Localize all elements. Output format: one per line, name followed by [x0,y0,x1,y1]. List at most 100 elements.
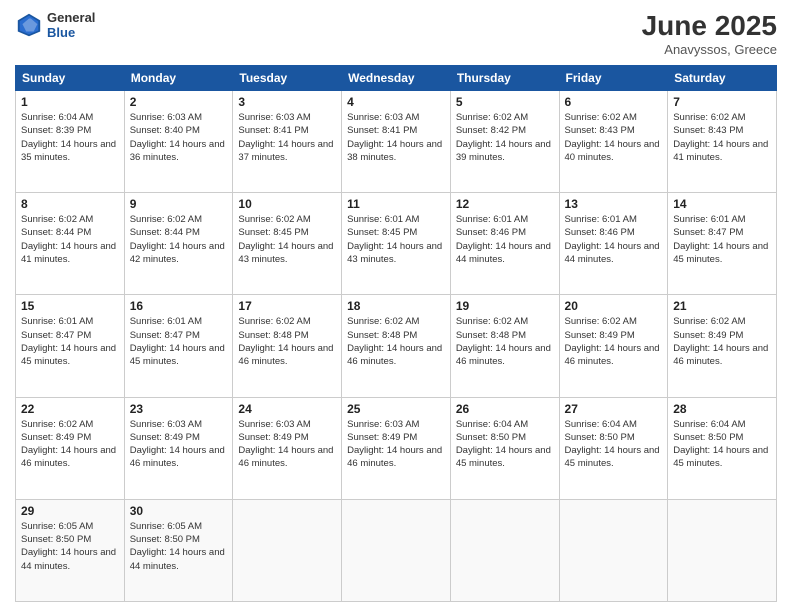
daylight: Daylight: 14 hours and 35 minutes. [21,139,116,163]
daylight: Daylight: 14 hours and 41 minutes. [673,139,768,163]
daylight: Daylight: 14 hours and 43 minutes. [347,241,442,265]
day-info: Sunrise: 6:04 AMSunset: 8:50 PMDaylight:… [673,418,771,471]
day-info: Sunrise: 6:02 AMSunset: 8:49 PMDaylight:… [21,418,119,471]
sunrise: Sunrise: 6:02 AM [130,214,202,225]
day-info: Sunrise: 6:02 AMSunset: 8:49 PMDaylight:… [673,315,771,368]
daylight: Daylight: 14 hours and 41 minutes. [21,241,116,265]
sunset: Sunset: 8:50 PM [673,432,743,443]
day-number: 14 [673,197,771,211]
sunset: Sunset: 8:47 PM [130,330,200,341]
header: General Blue June 2025 Anavyssos, Greece [15,10,777,57]
daylight: Daylight: 14 hours and 45 minutes. [456,445,551,469]
sunrise: Sunrise: 6:03 AM [238,419,310,430]
daylight: Daylight: 14 hours and 43 minutes. [238,241,333,265]
sunset: Sunset: 8:46 PM [456,227,526,238]
day-number: 22 [21,402,119,416]
day-number: 26 [456,402,554,416]
table-row [233,499,342,601]
calendar-week-4: 29Sunrise: 6:05 AMSunset: 8:50 PMDayligh… [16,499,777,601]
sunset: Sunset: 8:43 PM [565,125,635,136]
sunset: Sunset: 8:49 PM [673,330,743,341]
day-info: Sunrise: 6:02 AMSunset: 8:42 PMDaylight:… [456,111,554,164]
day-number: 16 [130,299,228,313]
daylight: Daylight: 14 hours and 45 minutes. [21,343,116,367]
daylight: Daylight: 14 hours and 44 minutes. [130,547,225,571]
sunrise: Sunrise: 6:03 AM [238,112,310,123]
sunset: Sunset: 8:48 PM [456,330,526,341]
sunrise: Sunrise: 6:02 AM [565,316,637,327]
day-info: Sunrise: 6:03 AM Sunset: 8:41 PM Daylight:… [347,111,445,164]
col-friday: Friday [559,66,668,91]
daylight: Daylight: 14 hours and 45 minutes. [673,241,768,265]
sunset: Sunset: 8:40 PM [130,125,200,136]
sunset: Sunset: 8:49 PM [347,432,417,443]
day-info: Sunrise: 6:01 AMSunset: 8:47 PMDaylight:… [21,315,119,368]
table-row: 10 Sunrise: 6:02 AMSunset: 8:45 PMDayligh… [233,193,342,295]
table-row: 14Sunrise: 6:01 AMSunset: 8:47 PMDayligh… [668,193,777,295]
table-row: 24Sunrise: 6:03 AMSunset: 8:49 PMDayligh… [233,397,342,499]
daylight: Daylight: 14 hours and 37 minutes. [238,139,333,163]
day-number: 25 [347,402,445,416]
day-number: 2 [130,95,228,109]
sunset: Sunset: 8:49 PM [21,432,91,443]
sunrise: Sunrise: 6:01 AM [565,214,637,225]
daylight: Daylight: 14 hours and 44 minutes. [565,241,660,265]
sunrise: Sunrise: 6:03 AM [130,419,202,430]
day-number: 19 [456,299,554,313]
sunset: Sunset: 8:44 PM [130,227,200,238]
day-number: 23 [130,402,228,416]
calendar: Sunday Monday Tuesday Wednesday Thursday… [15,65,777,602]
sunrise: Sunrise: 6:02 AM [565,112,637,123]
daylight: Daylight: 14 hours and 46 minutes. [456,343,551,367]
table-row: 15Sunrise: 6:01 AMSunset: 8:47 PMDayligh… [16,295,125,397]
sunrise: Sunrise: 6:01 AM [21,316,93,327]
day-number: 10 [238,197,336,211]
month-title: June 2025 [642,10,777,42]
daylight: Daylight: 14 hours and 46 minutes. [238,343,333,367]
sunrise: Sunrise: 6:03 AM [347,112,419,123]
day-number: 18 [347,299,445,313]
table-row: 4Sunrise: 6:03 AMSunset: 8:41 PMDaylight… [342,91,451,193]
sunset: Sunset: 8:50 PM [21,534,91,545]
day-info: Sunrise: 6:03 AM Sunset: 8:49 PM Daylight:… [130,418,228,471]
sunset: Sunset: 8:42 PM [456,125,526,136]
table-row: 26Sunrise: 6:04 AMSunset: 8:50 PMDayligh… [450,397,559,499]
day-number: 8 [21,197,119,211]
col-tuesday: Tuesday [233,66,342,91]
sunset: Sunset: 8:49 PM [130,432,200,443]
daylight: Daylight: 14 hours and 38 minutes. [347,139,442,163]
sunset: Sunset: 8:45 PM [238,227,308,238]
calendar-week-3: 22 Sunrise: 6:02 AM Sunset: 8:49 PM Dayligh… [16,397,777,499]
day-info: Sunrise: 6:04 AMSunset: 8:39 PMDaylight:… [21,111,119,164]
sunset: Sunset: 8:39 PM [21,125,91,136]
table-row [450,499,559,601]
table-row: 7Sunrise: 6:02 AMSunset: 8:43 PMDaylight… [668,91,777,193]
sunrise: Sunrise: 6:01 AM [347,214,419,225]
table-row: 6Sunrise: 6:02 AMSunset: 8:43 PMDaylight… [559,91,668,193]
logo-icon [15,11,43,39]
sunrise: Sunrise: 6:03 AM [130,112,202,123]
calendar-header-row: Sunday Monday Tuesday Wednesday Thursday… [16,66,777,91]
table-row: 28 Sunrise: 6:04 AMSunset: 8:50 PMDayligh… [668,397,777,499]
daylight: Daylight: 14 hours and 44 minutes. [21,547,116,571]
day-info: Sunrise: 6:02 AMSunset: 8:44 PMDaylight:… [21,213,119,266]
table-row: 11Sunrise: 6:01 AMSunset: 8:45 PMDayligh… [342,193,451,295]
day-number: 24 [238,402,336,416]
day-number: 5 [456,95,554,109]
sunset: Sunset: 8:50 PM [565,432,635,443]
sunrise: Sunrise: 6:05 AM [21,521,93,532]
day-info: Sunrise: 6:02 AMSunset: 8:48 PMDaylight:… [456,315,554,368]
daylight: Daylight: 14 hours and 46 minutes. [130,445,225,469]
day-info: Sunrise: 6:02 AMSunset: 8:45 PMDaylight:… [238,213,336,266]
day-info: Sunrise: 6:02 AMSunset: 8:48 PMDaylight:… [238,315,336,368]
sunset: Sunset: 8:50 PM [130,534,200,545]
table-row: 21Sunrise: 6:02 AMSunset: 8:49 PMDayligh… [668,295,777,397]
day-number: 11 [347,197,445,211]
day-info: Sunrise: 6:02 AMSunset: 8:44 PMDaylight:… [130,213,228,266]
sunset: Sunset: 8:41 PM [347,125,417,136]
sunrise: Sunrise: 6:02 AM [21,419,93,430]
daylight: Daylight: 14 hours and 39 minutes. [456,139,551,163]
day-number: 28 [673,402,771,416]
table-row [668,499,777,601]
day-info: Sunrise: 6:03 AMSunset: 8:40 PMDaylight:… [130,111,228,164]
